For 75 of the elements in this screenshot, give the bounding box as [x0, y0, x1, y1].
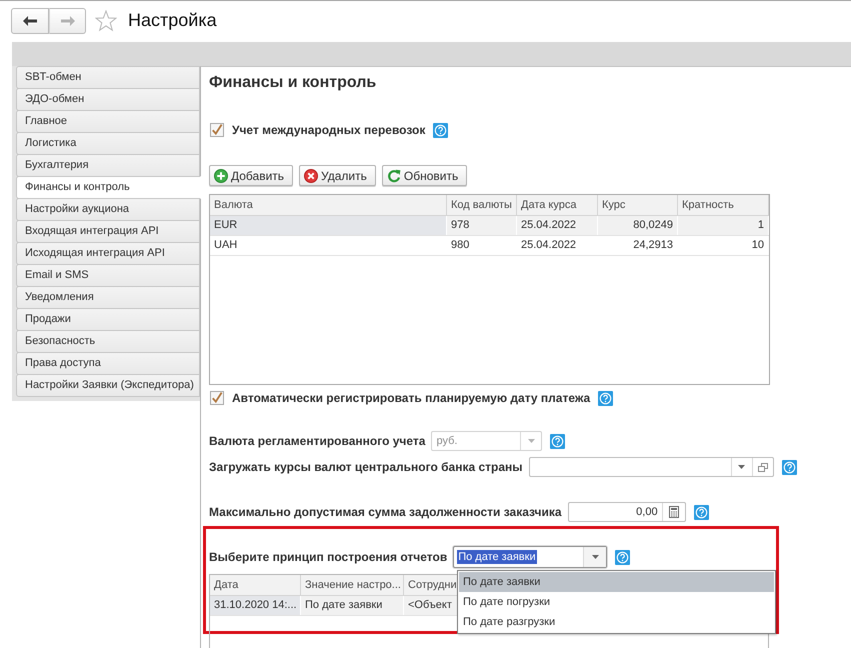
table-cell: 10	[678, 236, 769, 255]
column-header[interactable]: Код валюты	[447, 195, 517, 216]
sidebar-item[interactable]: Логистика	[16, 132, 200, 155]
checkbox-label: Учет международных перевозок	[232, 123, 426, 137]
sidebar-item[interactable]: Исходящая интеграция API	[16, 242, 200, 265]
table-cell: 25.04.2022	[517, 216, 598, 235]
refresh-button[interactable]: Обновить	[382, 165, 468, 186]
table-cell: 978	[447, 216, 517, 235]
dropdown-option[interactable]: По дате погрузки	[459, 592, 774, 612]
help-icon[interactable]	[615, 550, 630, 564]
table-cell: 25.04.2022	[517, 236, 598, 255]
page-title: Настройка	[128, 10, 217, 31]
dropdown-option[interactable]: По дате заявки	[459, 572, 774, 592]
cross-icon	[304, 168, 318, 182]
column-header[interactable]: Кратность	[678, 195, 769, 216]
sidebar-item[interactable]: Входящая интеграция API	[16, 220, 200, 243]
help-icon[interactable]	[598, 390, 614, 406]
help-icon[interactable]	[433, 122, 448, 138]
star-icon[interactable]	[95, 10, 117, 32]
table-cell: UAH	[210, 236, 447, 255]
dropdown-option[interactable]: По дате разгрузки	[459, 612, 774, 632]
checkbox[interactable]	[210, 123, 224, 137]
number-field[interactable]: 0,00	[568, 502, 686, 522]
back-button[interactable]	[11, 8, 49, 34]
column-header[interactable]: Значение настро...	[301, 575, 404, 596]
sidebar-item[interactable]: Бухгалтерия	[16, 154, 200, 177]
field-label: Максимально допустимая сумма задолженности заказчика	[209, 505, 562, 519]
table-cell: 24,2913	[598, 236, 678, 255]
sidebar-item[interactable]: Настройки аукциона	[16, 198, 200, 221]
table-cell: 80,0249	[598, 216, 678, 235]
sidebar-item[interactable]: Права доступа	[16, 352, 200, 375]
sidebar-item[interactable]: Финансы и контроль	[16, 176, 201, 199]
sidebar-item[interactable]: Безопасность	[16, 330, 200, 353]
dropdown-field[interactable]: По дате заявки	[453, 546, 608, 568]
right-arrow-icon	[60, 16, 74, 26]
sidebar-item[interactable]: Email и SMS	[16, 264, 200, 287]
caret-icon	[528, 439, 535, 443]
help-icon[interactable]	[550, 434, 566, 448]
left-arrow-icon	[23, 16, 37, 26]
table-row[interactable]: EUR 978 25.04.2022 80,0249 1	[210, 216, 769, 236]
checkbox[interactable]	[210, 391, 224, 405]
help-icon[interactable]	[694, 504, 709, 520]
plus-icon	[214, 168, 228, 182]
column-header[interactable]: Дата курса	[517, 195, 598, 216]
sidebar-item[interactable]: Настройки Заявки (Экспедитора)	[16, 374, 200, 397]
table-cell: EUR	[210, 216, 447, 235]
section-title: Финансы и контроль	[209, 74, 376, 92]
add-button[interactable]: Добавить	[209, 165, 294, 186]
sidebar-item[interactable]: ЭДО-обмен	[16, 88, 200, 111]
sidebar-item[interactable]: Уведомления	[16, 286, 200, 309]
dropdown-field[interactable]	[528, 457, 774, 477]
delete-button[interactable]: Удалить	[299, 165, 376, 186]
column-header[interactable]: Курс	[598, 195, 678, 216]
column-header[interactable]: Сотрудни	[404, 575, 459, 596]
table-cell: 31.10.2020 14:...	[210, 596, 301, 615]
help-icon[interactable]	[782, 460, 797, 474]
field-label: Загружать курсы валют центрального банка страны	[209, 460, 523, 474]
checkbox-label: Автоматически регистрировать планируемую дату платежа	[232, 391, 590, 405]
open-window-icon[interactable]	[758, 462, 768, 472]
caret-icon	[592, 555, 599, 559]
sidebar-item[interactable]: SBT-обмен	[16, 66, 200, 89]
field-label: Выберите принцип построения отчетов	[209, 550, 448, 564]
calculator-icon[interactable]	[668, 506, 679, 518]
refresh-icon	[386, 168, 401, 182]
sidebar-item[interactable]: Главное	[16, 110, 200, 133]
column-header[interactable]: Валюта	[210, 195, 447, 216]
caret-icon	[738, 465, 746, 469]
table-row[interactable]: UAH 980 25.04.2022 24,2913 10	[210, 236, 769, 256]
field-label: Валюта регламентированного учета	[209, 434, 426, 448]
table-cell: 980	[447, 236, 517, 255]
table-cell: По дате заявки	[301, 596, 404, 615]
table-cell: 1	[678, 216, 769, 235]
sidebar-item[interactable]: Продажи	[16, 308, 200, 331]
column-header[interactable]: Дата	[210, 575, 301, 596]
table-row[interactable]: 31.10.2020 14:... По дате заявки <Объект	[210, 596, 459, 616]
